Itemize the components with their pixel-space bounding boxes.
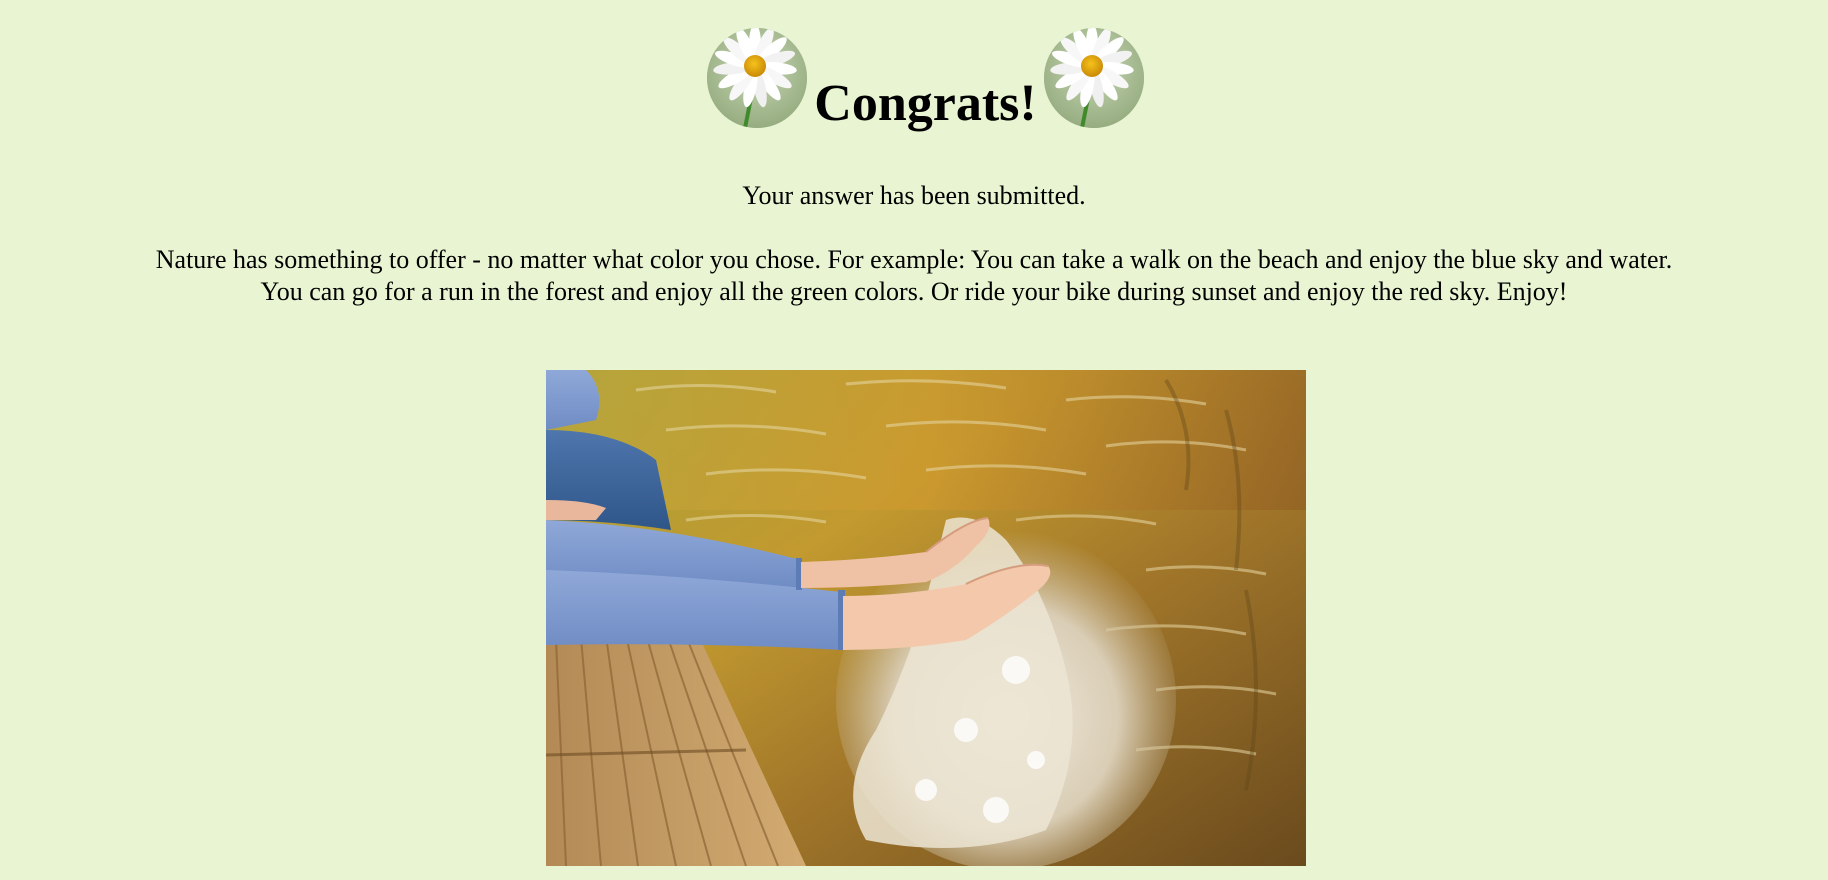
daisy-flower-icon [707,28,807,128]
feet-splashing-water-photo [546,370,1306,866]
daisy-flower-icon [1044,28,1144,128]
page-header: Congrats! [0,28,1828,138]
nature-message: Nature has something to offer - no matte… [155,245,1673,306]
page-title: Congrats! [814,75,1037,132]
congrats-page: Congrats! Your answer has been submitted… [0,0,1828,880]
submission-confirmation: Your answer has been submitted. [742,181,1086,210]
